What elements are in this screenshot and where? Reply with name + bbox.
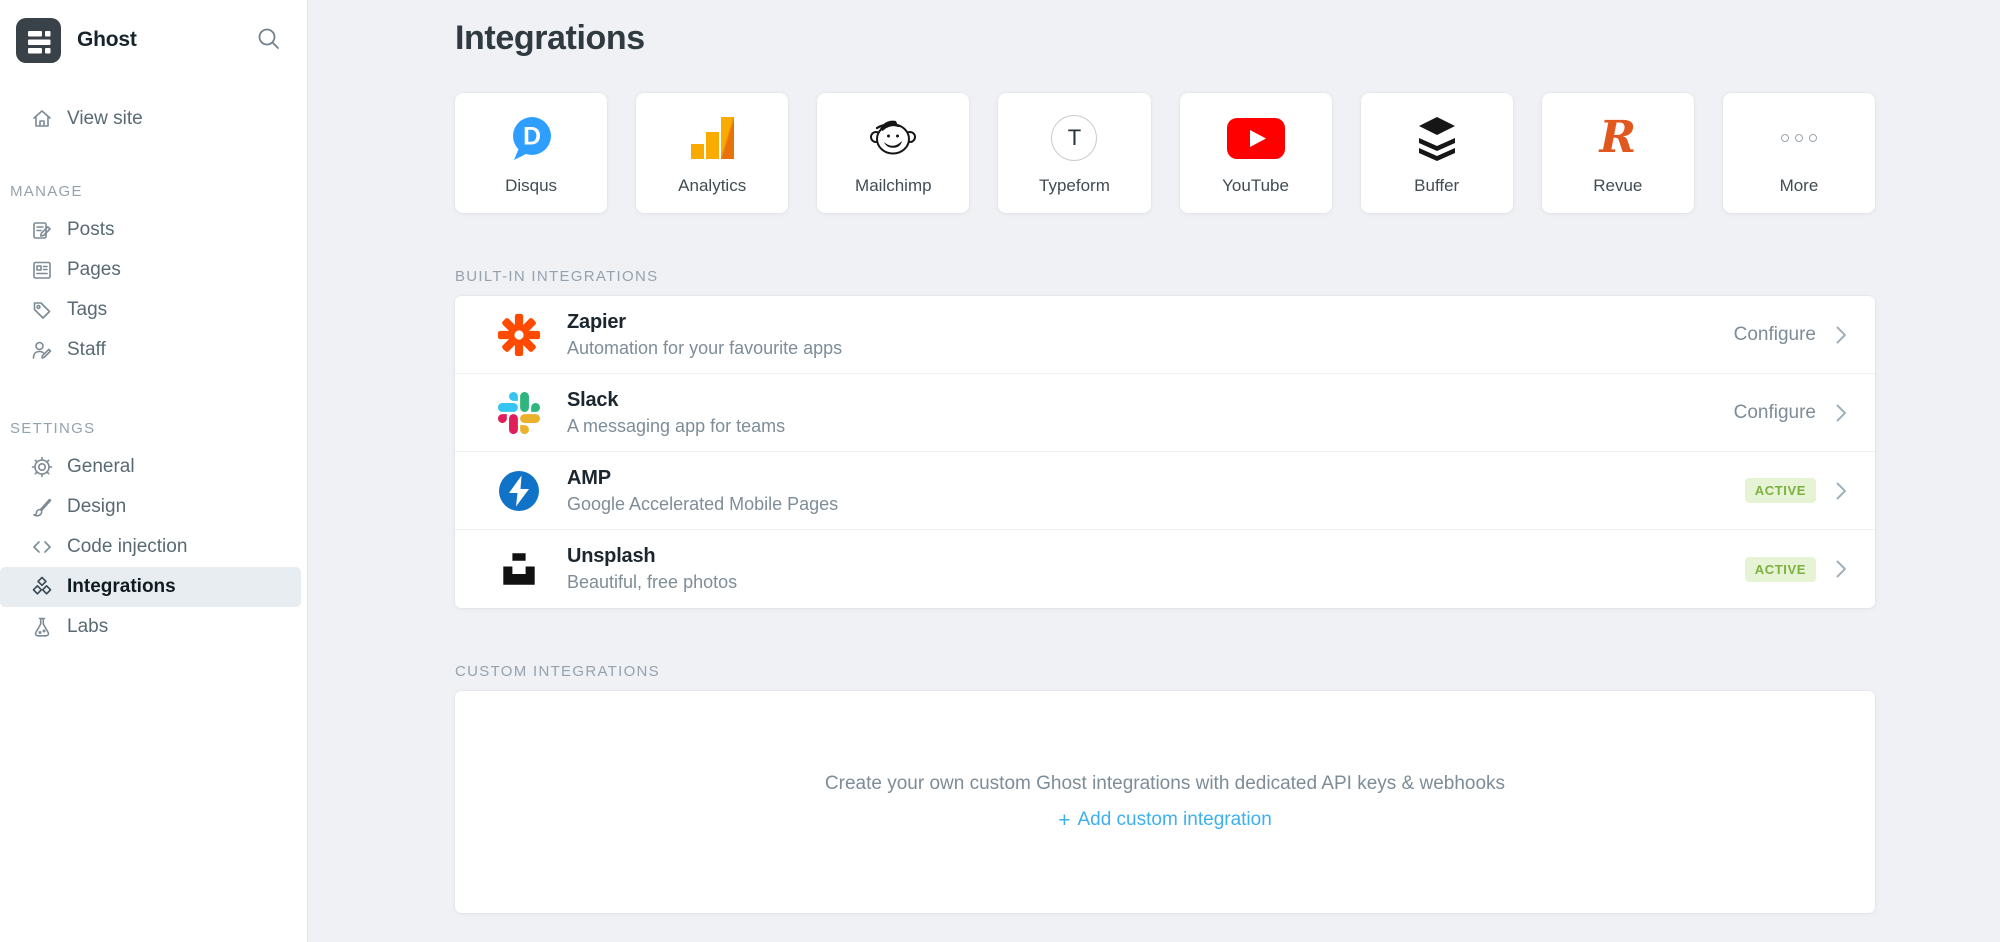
pages-icon xyxy=(30,259,53,282)
add-custom-integration-label: Add custom integration xyxy=(1077,809,1271,831)
configure-link[interactable]: Configure xyxy=(1734,324,1816,346)
ghost-logo-glyph xyxy=(16,18,61,63)
app-card-analytics[interactable]: Analytics xyxy=(636,93,788,213)
custom-integrations-card: Create your own custom Ghost integration… xyxy=(455,691,1875,913)
app-card-label: Disqus xyxy=(505,176,557,196)
chevron-right-icon[interactable] xyxy=(1836,404,1847,422)
main-panel: Integrations D Disqus xyxy=(308,0,2000,942)
flask-icon xyxy=(30,616,53,639)
app-card-label: Revue xyxy=(1593,176,1642,196)
sidebar-item-labs[interactable]: Labs xyxy=(0,607,307,647)
app-card-disqus[interactable]: D Disqus xyxy=(455,93,607,213)
brush-icon xyxy=(30,496,53,519)
sidebar-item-view-site[interactable]: View site xyxy=(0,99,307,139)
sidebar-item-general[interactable]: General xyxy=(0,447,307,487)
zapier-icon xyxy=(497,313,541,357)
integration-name: AMP xyxy=(567,467,838,490)
gear-icon xyxy=(30,456,53,479)
cubes-icon xyxy=(30,576,53,599)
section-label-manage: MANAGE xyxy=(0,183,307,200)
app-card-label: Typeform xyxy=(1039,176,1110,196)
app-card-label: YouTube xyxy=(1222,176,1289,196)
sidebar-item-label: Labs xyxy=(67,616,108,638)
custom-integrations-description: Create your own custom Ghost integration… xyxy=(825,773,1505,795)
tag-icon xyxy=(30,299,53,322)
page-title: Integrations xyxy=(455,0,1875,60)
sidebar-item-label: Pages xyxy=(67,259,121,281)
sidebar-item-label: Staff xyxy=(67,339,106,361)
staff-icon xyxy=(30,339,53,362)
sidebar-item-label: Design xyxy=(67,496,126,518)
app-card-typeform[interactable]: T Typeform xyxy=(998,93,1150,213)
integration-row-amp[interactable]: AMP Google Accelerated Mobile Pages ACTI… xyxy=(455,452,1875,530)
chevron-right-icon[interactable] xyxy=(1836,560,1847,578)
integration-row-slack[interactable]: Slack A messaging app for teams Configur… xyxy=(455,374,1875,452)
revue-letter: R xyxy=(1600,116,1637,160)
sidebar-item-label: General xyxy=(67,456,135,478)
slack-icon xyxy=(497,392,541,434)
sidebar-item-integrations[interactable]: Integrations xyxy=(0,567,301,607)
sidebar-item-label: View site xyxy=(67,108,143,130)
sidebar-item-label: Posts xyxy=(67,219,115,241)
built-in-integrations-label: BUILT-IN INTEGRATIONS xyxy=(455,268,1875,285)
app-card-mailchimp[interactable]: Mailchimp xyxy=(817,93,969,213)
integration-description: Beautiful, free photos xyxy=(567,572,737,593)
disqus-icon: D xyxy=(506,110,556,166)
google-analytics-icon xyxy=(686,110,738,166)
brand-title: Ghost xyxy=(77,28,137,52)
sidebar: Ghost View site MANAGE Posts Pages Tags xyxy=(0,0,308,942)
app-card-buffer[interactable]: Buffer xyxy=(1361,93,1513,213)
app-card-revue[interactable]: R Revue xyxy=(1542,93,1694,213)
sidebar-item-code-injection[interactable]: Code injection xyxy=(0,527,307,567)
search-icon[interactable] xyxy=(256,26,281,56)
section-label-settings: SETTINGS xyxy=(0,420,307,437)
sidebar-item-label: Tags xyxy=(67,299,107,321)
plus-icon: + xyxy=(1058,810,1070,831)
chevron-right-icon[interactable] xyxy=(1836,482,1847,500)
revue-icon: R xyxy=(1600,110,1637,166)
integration-row-zapier[interactable]: Zapier Automation for your favourite app… xyxy=(455,296,1875,374)
status-badge: ACTIVE xyxy=(1745,557,1816,582)
sidebar-item-label: Code injection xyxy=(67,536,187,558)
sidebar-item-tags[interactable]: Tags xyxy=(0,290,307,330)
configure-link[interactable]: Configure xyxy=(1734,402,1816,424)
sidebar-item-posts[interactable]: Posts xyxy=(0,210,307,250)
sidebar-item-design[interactable]: Design xyxy=(0,487,307,527)
integration-description: Automation for your favourite apps xyxy=(567,338,842,359)
more-dots-icon xyxy=(1781,110,1817,166)
status-badge: ACTIVE xyxy=(1745,478,1816,503)
typeform-icon: T xyxy=(1051,110,1097,166)
amp-icon xyxy=(497,470,541,512)
app-card-youtube[interactable]: YouTube xyxy=(1180,93,1332,213)
youtube-icon xyxy=(1227,110,1285,166)
ghost-logo-icon[interactable] xyxy=(16,18,61,63)
unsplash-icon xyxy=(497,550,541,588)
built-in-integrations-list: Zapier Automation for your favourite app… xyxy=(455,296,1875,608)
posts-icon xyxy=(30,219,53,242)
typeform-letter: T xyxy=(1068,125,1081,151)
integration-description: A messaging app for teams xyxy=(567,416,785,437)
add-custom-integration-button[interactable]: + Add custom integration xyxy=(1058,809,1272,831)
app-card-label: More xyxy=(1780,176,1819,196)
app-card-more[interactable]: More xyxy=(1723,93,1875,213)
home-icon xyxy=(30,108,53,131)
integration-name: Zapier xyxy=(567,311,842,334)
buffer-icon xyxy=(1413,110,1461,166)
custom-integrations-label: CUSTOM INTEGRATIONS xyxy=(455,663,1875,680)
chevron-right-icon[interactable] xyxy=(1836,326,1847,344)
app-card-label: Analytics xyxy=(678,176,746,196)
integration-name: Unsplash xyxy=(567,545,737,568)
integration-description: Google Accelerated Mobile Pages xyxy=(567,494,838,515)
mailchimp-icon xyxy=(867,110,919,166)
app-card-label: Buffer xyxy=(1414,176,1459,196)
code-icon xyxy=(30,536,53,559)
app-card-label: Mailchimp xyxy=(855,176,932,196)
disqus-letter: D xyxy=(523,123,541,151)
sidebar-item-label: Integrations xyxy=(67,576,176,598)
sidebar-item-pages[interactable]: Pages xyxy=(0,250,307,290)
integration-row-unsplash[interactable]: Unsplash Beautiful, free photos ACTIVE xyxy=(455,530,1875,608)
sidebar-item-staff[interactable]: Staff xyxy=(0,330,307,370)
integration-name: Slack xyxy=(567,389,785,412)
featured-integrations-grid: D Disqus Analytics xyxy=(455,93,1875,213)
